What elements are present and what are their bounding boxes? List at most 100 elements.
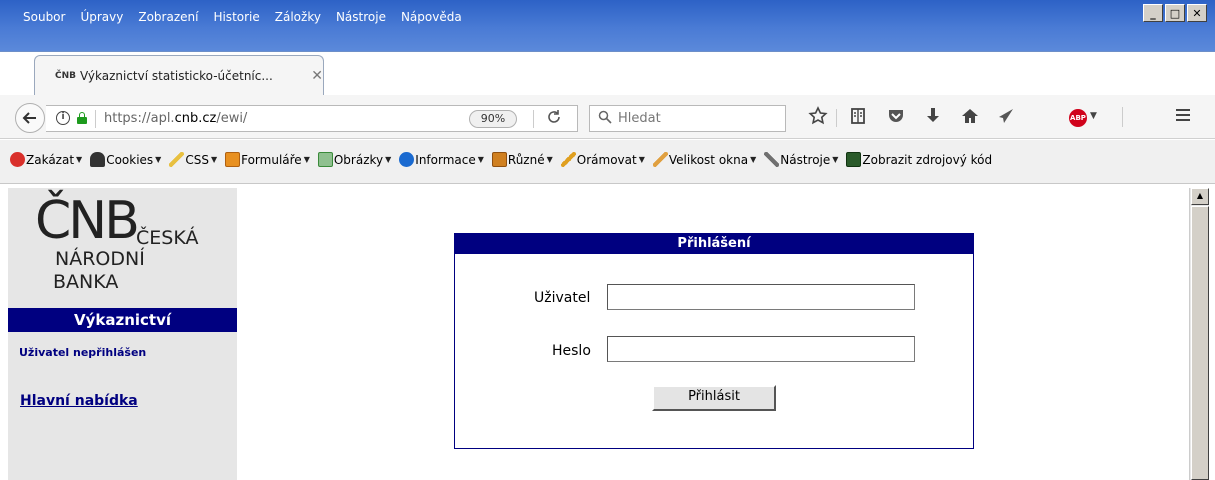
scroll-thumb[interactable]: [1191, 206, 1209, 480]
dev-outline-label: Orámovat: [576, 152, 637, 167]
login-panel: Přihlášení Uživatel Heslo Přihlásit: [454, 233, 974, 449]
cnb-logo: ČNB ČESKÁ NÁRODNÍ BANKA: [25, 191, 225, 303]
window-controls: _ □ ✕: [1143, 4, 1207, 22]
search-placeholder: Hledat: [618, 111, 661, 126]
url-path: /ewi/: [216, 111, 248, 126]
chevron-down-icon: ▼: [76, 155, 83, 164]
info-circle-icon: [399, 152, 415, 167]
menu-zobrazeni[interactable]: Zobrazení: [131, 6, 206, 28]
vertical-scrollbar[interactable]: ▲: [1189, 188, 1209, 480]
menu-bar: Soubor Úpravy Zobrazení Historie Záložky…: [16, 6, 470, 28]
close-tab-icon[interactable]: ✕: [311, 68, 323, 84]
dev-images-label: Obrázky: [333, 152, 384, 167]
logo-cnb-text: ČNB: [35, 191, 140, 251]
new-tab-button[interactable]: +: [341, 60, 365, 84]
dev-info-label: Informace: [415, 152, 476, 167]
chevron-down-icon: ▼: [638, 155, 645, 164]
dev-info-menu[interactable]: Informace ▼: [399, 152, 484, 167]
dev-css-menu[interactable]: CSS ▼: [169, 152, 217, 167]
reading-list-icon[interactable]: [846, 106, 870, 132]
window-titlebar: Soubor Úpravy Zobrazení Historie Záložky…: [0, 0, 1215, 52]
favicon-icon: ČNB: [55, 70, 76, 81]
login-header: Přihlášení: [455, 234, 973, 254]
dev-forms-label: Formuláře: [241, 152, 302, 167]
outline-pencil-icon: [560, 152, 576, 167]
nav-divider: [836, 109, 837, 127]
chevron-down-icon: ▼: [385, 155, 392, 164]
url-prefix: https://apl.: [104, 111, 175, 126]
download-icon[interactable]: [921, 106, 945, 132]
login-button[interactable]: Přihlásit: [652, 385, 776, 411]
dev-tools-menu[interactable]: Nástroje ▼: [764, 152, 838, 167]
menu-napoveda[interactable]: Nápověda: [394, 6, 470, 28]
dev-view-source-menu[interactable]: Zobrazit zdrojový kód: [846, 152, 992, 167]
search-bar[interactable]: Hledat: [589, 105, 786, 132]
user-status: Uživatel nepřihlášen: [19, 346, 147, 359]
minimize-button[interactable]: _: [1143, 4, 1163, 22]
adblock-dropdown-icon[interactable]: ▼: [1090, 111, 1097, 121]
adblock-icon[interactable]: ABP: [1069, 109, 1087, 127]
hamburger-menu-icon[interactable]: [1171, 106, 1195, 130]
dev-cookies-menu[interactable]: Cookies ▼: [90, 152, 161, 167]
username-input[interactable]: [607, 284, 915, 310]
reload-icon[interactable]: [546, 109, 562, 129]
username-label: Uživatel: [534, 290, 591, 306]
chevron-down-icon: ▼: [303, 155, 310, 164]
lock-icon[interactable]: [77, 112, 87, 124]
back-arrow-icon[interactable]: [15, 103, 45, 133]
dev-forms-menu[interactable]: Formuláře ▼: [225, 152, 310, 167]
dev-misc-menu[interactable]: Různé ▼: [491, 152, 553, 167]
nav-divider-2: [1122, 107, 1123, 127]
url-bar[interactable]: i https://apl.cnb.cz/ewi/ 90%: [46, 105, 578, 132]
maximize-button[interactable]: □: [1165, 4, 1185, 22]
tab-title: Výkaznictví statisticko-účetníc...: [80, 68, 273, 83]
browser-tab[interactable]: ČNB Výkaznictví statisticko-účetníc... ✕: [34, 55, 324, 95]
disable-icon: [10, 152, 25, 167]
chevron-down-icon: ▼: [832, 155, 839, 164]
zoom-level-badge[interactable]: 90%: [469, 110, 517, 128]
pocket-icon[interactable]: [884, 106, 908, 132]
navigation-bar: i https://apl.cnb.cz/ewi/ 90% Hledat ABP…: [0, 95, 1215, 139]
images-icon: [317, 152, 333, 167]
chevron-down-icon: ▼: [546, 155, 553, 164]
resize-ruler-icon: [652, 152, 668, 167]
url-divider-2: [533, 110, 534, 128]
url-text[interactable]: https://apl.cnb.cz/ewi/: [104, 111, 247, 126]
tools-wrench-icon: [764, 152, 780, 167]
chevron-down-icon: ▼: [210, 155, 218, 164]
password-label: Heslo: [552, 343, 591, 359]
dev-css-label: CSS: [185, 152, 209, 167]
logo-line-2: NÁRODNÍ: [55, 248, 145, 270]
menu-historie[interactable]: Historie: [206, 6, 267, 28]
web-developer-toolbar: Zakázat ▼ Cookies ▼ CSS ▼ Formuláře ▼ Obrázk…: [0, 140, 1215, 184]
send-icon[interactable]: [994, 106, 1018, 132]
close-window-button[interactable]: ✕: [1187, 4, 1207, 22]
logo-line-1: ČESKÁ: [136, 227, 199, 249]
dev-view-source-label: Zobrazit zdrojový kód: [862, 152, 993, 167]
home-icon[interactable]: [958, 106, 982, 132]
password-input[interactable]: [607, 336, 915, 362]
menu-upravy[interactable]: Úpravy: [73, 6, 131, 28]
info-icon[interactable]: i: [56, 111, 70, 125]
css-pencil-icon: [169, 152, 185, 167]
menu-zalozky[interactable]: Záložky: [268, 6, 329, 28]
search-icon: [598, 110, 612, 128]
dev-images-menu[interactable]: Obrázky ▼: [317, 152, 392, 167]
dev-resize-label: Velikost okna: [668, 152, 749, 167]
dev-resize-menu[interactable]: Velikost okna ▼: [652, 152, 756, 167]
chevron-down-icon: ▼: [477, 155, 484, 164]
dev-misc-label: Různé: [507, 152, 545, 167]
main-menu-link[interactable]: Hlavní nabídka: [20, 393, 138, 409]
bookmark-star-icon[interactable]: [806, 106, 830, 132]
dev-outline-menu[interactable]: Orámovat ▼: [560, 152, 645, 167]
chevron-down-icon: ▼: [155, 155, 162, 164]
section-title: Výkaznictví: [8, 308, 237, 332]
menu-soubor[interactable]: Soubor: [16, 6, 73, 28]
dev-cookies-label: Cookies: [106, 152, 154, 167]
url-divider: [95, 110, 96, 128]
forms-icon: [225, 152, 241, 167]
menu-nastroje[interactable]: Nástroje: [329, 6, 394, 28]
url-host: cnb.cz: [174, 111, 217, 126]
scroll-up-arrow-icon[interactable]: ▲: [1191, 188, 1209, 205]
dev-disable-menu[interactable]: Zakázat ▼: [10, 152, 82, 167]
